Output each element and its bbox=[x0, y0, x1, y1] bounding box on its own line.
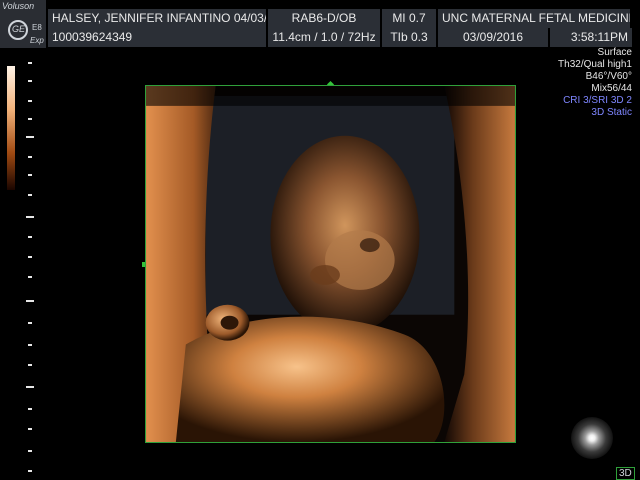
render-mode: Surface bbox=[597, 47, 632, 58]
exam-date: 03/09/2016 bbox=[438, 28, 548, 47]
mechanical-index: MI 0.7 bbox=[382, 9, 436, 28]
thermal-index: TIb 0.3 bbox=[382, 28, 436, 47]
ge-logo-icon: Voluson GE E8 Exp bbox=[0, 0, 46, 48]
mode-indicator[interactable]: 3D bbox=[616, 467, 635, 480]
light-source-icon[interactable] bbox=[571, 417, 613, 459]
ge-monogram-text: GE bbox=[12, 24, 26, 34]
mix-ratio: Mix56/44 bbox=[591, 83, 632, 94]
ge-monogram: GE bbox=[8, 20, 28, 40]
cri-sri-setting: CRI 3/SRI 3D 2 bbox=[563, 95, 632, 106]
probe-name: RAB6-D/OB bbox=[268, 9, 380, 28]
view-angles: B46°/V60° bbox=[585, 71, 632, 82]
brand-model: E8 bbox=[32, 23, 42, 32]
threshold-quality: Th32/Qual high1 bbox=[558, 59, 632, 70]
brand-exp: Exp bbox=[30, 36, 44, 45]
patient-name: HALSEY, JENNIFER INFANTINO 04/03/19 bbox=[48, 9, 266, 28]
exam-time: 3:58:11PM bbox=[550, 28, 632, 47]
patient-id: 100039624349 bbox=[48, 28, 266, 47]
depth-info: 11.4cm / 1.0 / 72Hz bbox=[268, 28, 380, 47]
institution-name: UNC MATERNAL FETAL MEDICINE bbox=[438, 9, 630, 28]
render-parameters: Surface Th32/Qual high1 B46°/V60° Mix56/… bbox=[558, 47, 632, 119]
header-bar: Voluson GE E8 Exp HALSEY, JENNIFER INFAN… bbox=[0, 0, 640, 48]
volume-render-view[interactable] bbox=[145, 85, 516, 443]
fetal-3d-render bbox=[146, 86, 515, 442]
static-mode: 3D Static bbox=[591, 107, 632, 118]
brand-name: Voluson bbox=[2, 1, 35, 11]
color-map-bar bbox=[7, 66, 15, 190]
